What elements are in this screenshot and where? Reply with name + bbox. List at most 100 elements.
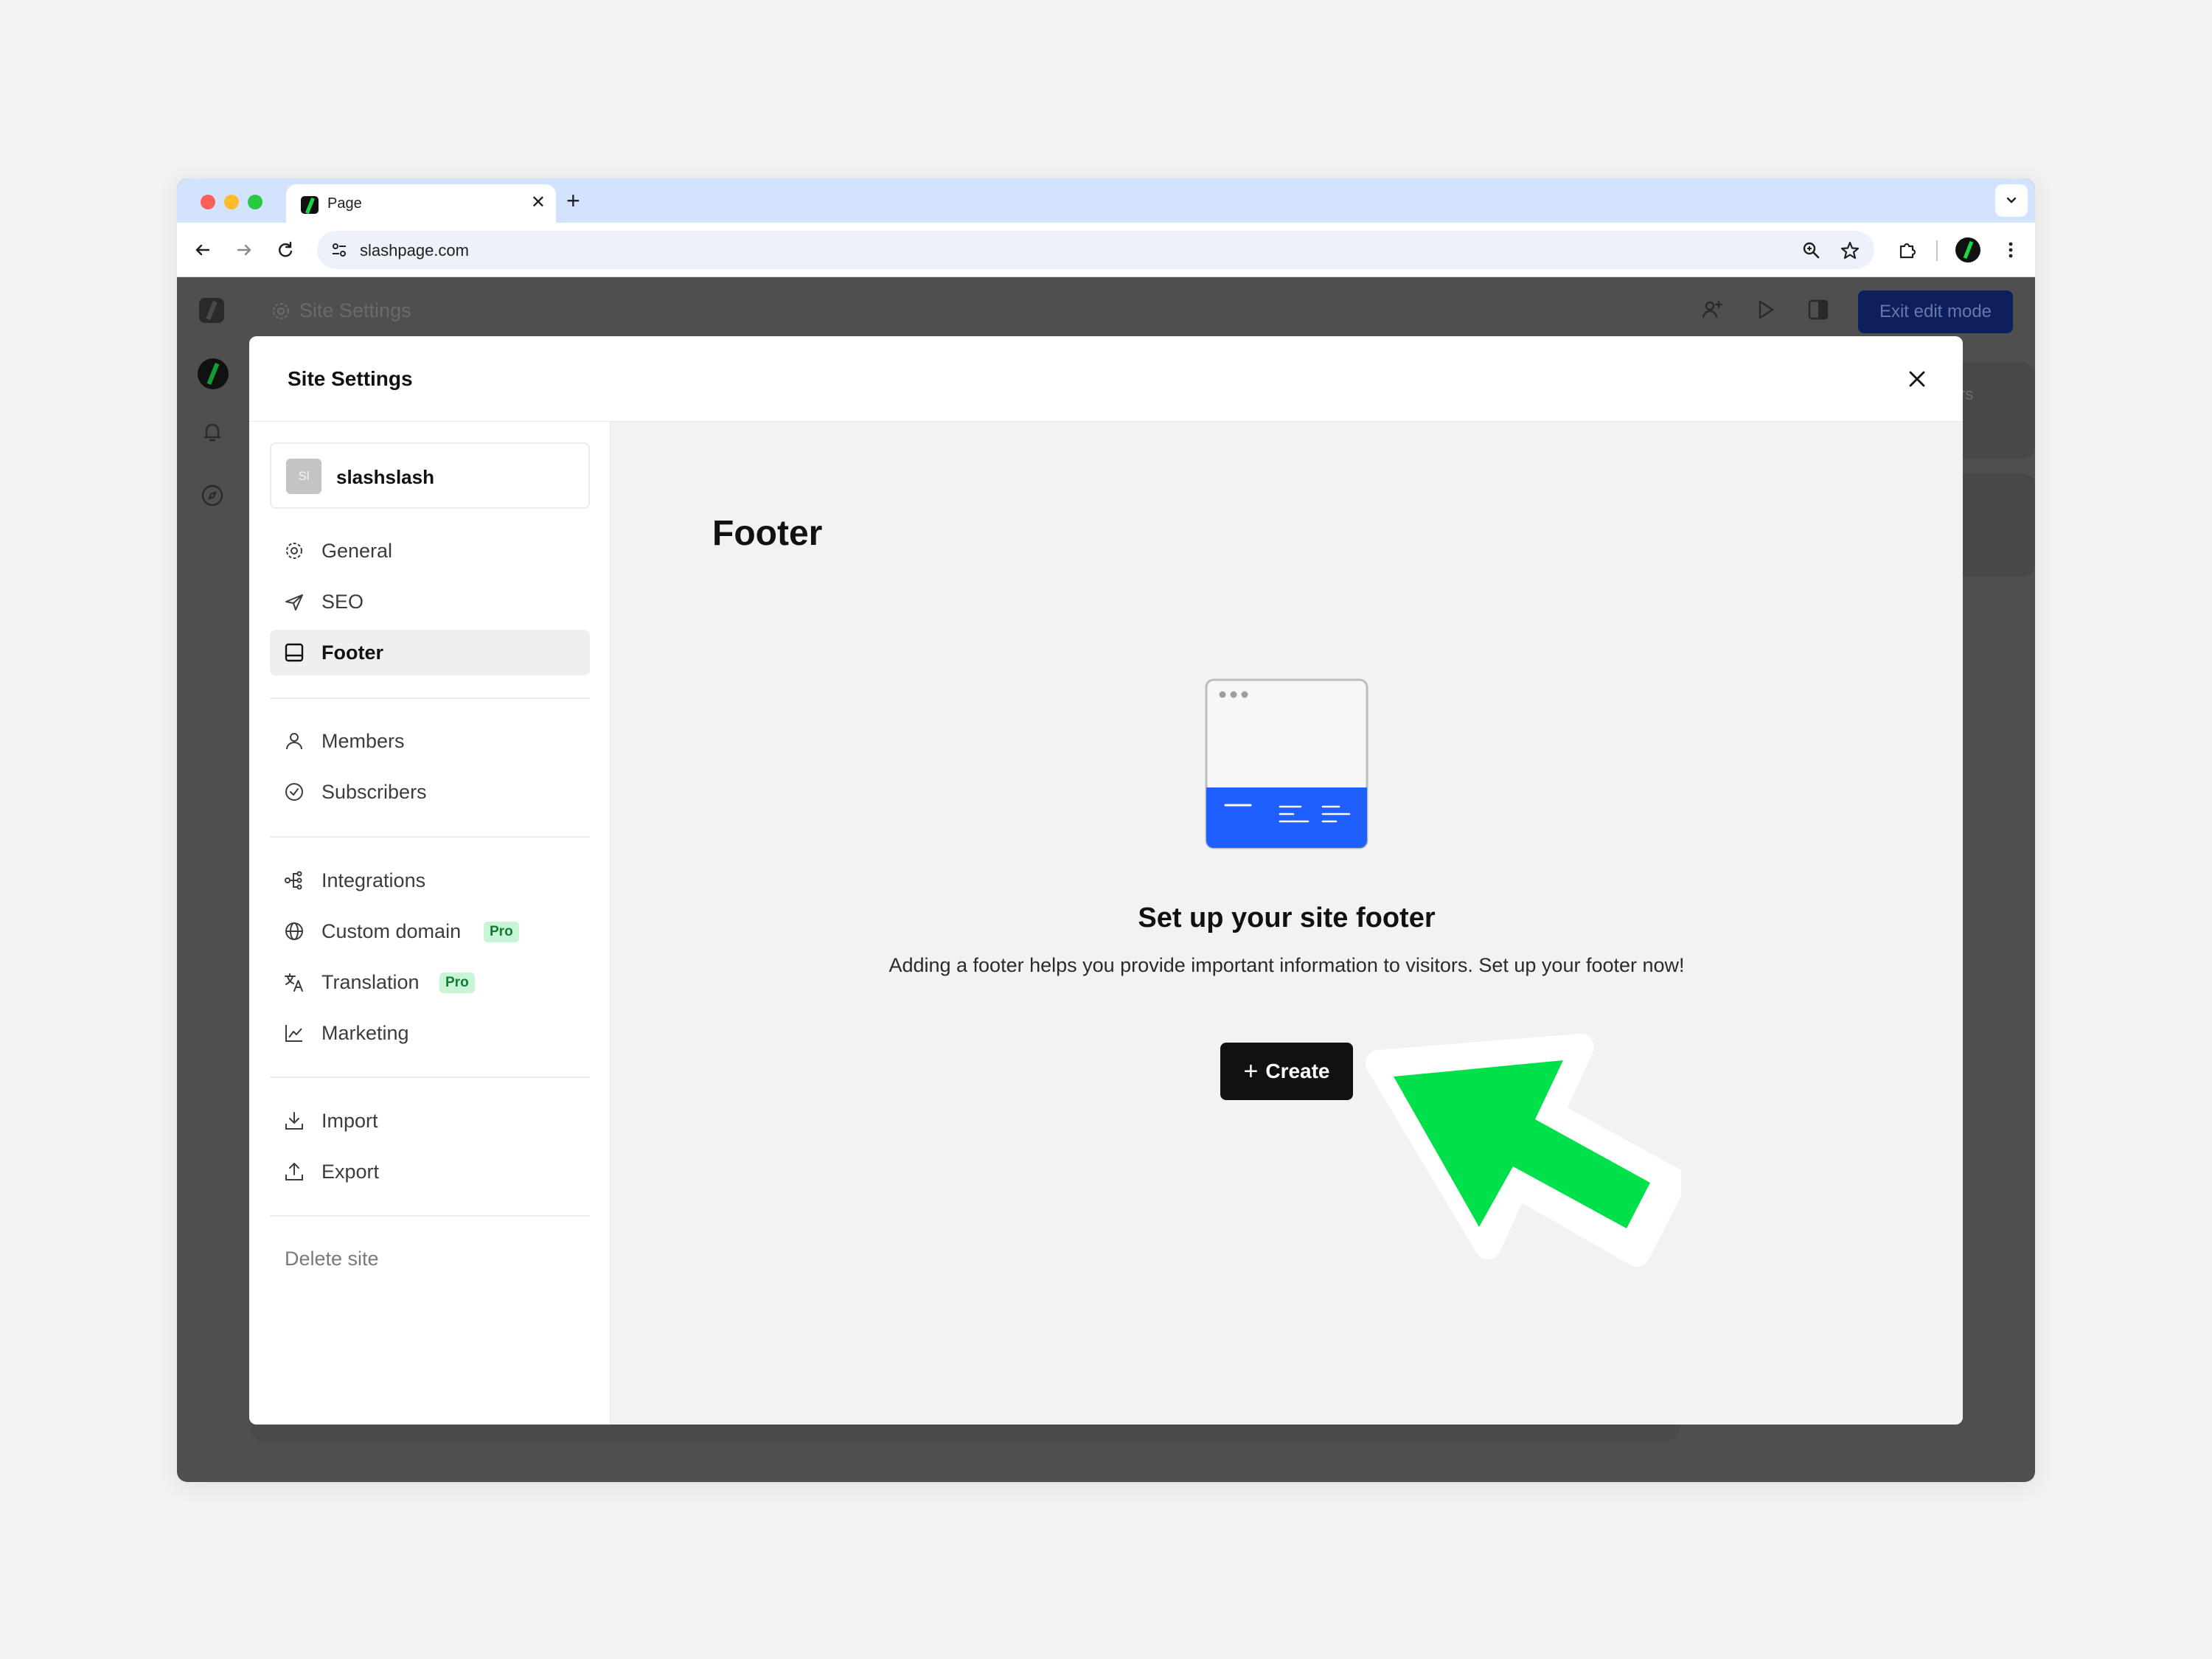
sidebar-divider xyxy=(270,1077,590,1078)
sidebar-item-seo[interactable]: SEO xyxy=(270,579,590,625)
integrations-icon xyxy=(283,869,305,891)
notifications-button[interactable] xyxy=(198,417,227,447)
site-settings-modal: Site Settings Sl slashslash General SEO … xyxy=(249,336,1963,1425)
sidebar-item-subscribers[interactable]: Subscribers xyxy=(270,769,590,815)
sidebar-item-label: Translation xyxy=(321,971,420,993)
address-bar[interactable]: slashpage.com xyxy=(317,231,1874,269)
sidebar-divider xyxy=(270,1215,590,1217)
extensions-button[interactable] xyxy=(1895,237,1920,262)
browser-toolbar: slashpage.com xyxy=(177,223,2035,277)
user-plus-icon xyxy=(1702,300,1723,319)
sidebar-item-general[interactable]: General xyxy=(270,528,590,574)
sidebar-item-members[interactable]: Members xyxy=(270,718,590,764)
sidebar-item-custom-domain[interactable]: Custom domain Pro xyxy=(270,908,590,954)
zoom-icon[interactable] xyxy=(1801,240,1823,262)
play-icon xyxy=(1759,300,1774,319)
close-window-button[interactable] xyxy=(201,195,215,209)
sidebar-item-label: SEO xyxy=(321,591,364,613)
url-text: slashpage.com xyxy=(360,241,469,260)
user-icon xyxy=(283,730,305,752)
arrow-right-icon xyxy=(237,244,251,256)
profile-avatar[interactable] xyxy=(1955,237,1980,262)
modal-close-button[interactable] xyxy=(1902,364,1932,394)
gear-icon xyxy=(283,540,305,562)
sidebar-item-label: Export xyxy=(321,1161,380,1183)
sidebar-item-integrations[interactable]: Integrations xyxy=(270,858,590,903)
app-page-title: Site Settings xyxy=(270,299,411,322)
sidebar-item-label: Marketing xyxy=(321,1022,409,1044)
sidebar-item-label: Footer xyxy=(321,641,383,664)
sidebar-item-label: Import xyxy=(321,1110,378,1132)
tab-title: Page xyxy=(327,195,362,212)
preview-button[interactable] xyxy=(1750,295,1780,324)
sidebar-panel-icon xyxy=(1808,299,1829,320)
layout-toggle-button[interactable] xyxy=(1804,295,1833,324)
send-icon xyxy=(283,591,305,613)
settings-sidebar: Sl slashslash General SEO Footer Members… xyxy=(249,422,611,1425)
export-icon xyxy=(283,1161,305,1183)
maximize-window-button[interactable] xyxy=(248,195,262,209)
site-avatar: Sl xyxy=(286,459,321,494)
import-icon xyxy=(283,1110,305,1132)
site-selector[interactable]: Sl slashslash xyxy=(270,442,590,509)
explore-button[interactable] xyxy=(198,481,227,510)
create-footer-button[interactable]: + Create xyxy=(1220,1043,1353,1100)
slashpage-favicon-icon xyxy=(301,196,319,214)
footer-icon xyxy=(283,641,305,664)
footer-settings-panel: Footer Set up your site footer Adding a … xyxy=(611,422,1963,1425)
minimize-window-button[interactable] xyxy=(224,195,239,209)
reload-button[interactable] xyxy=(273,237,298,262)
forward-button[interactable] xyxy=(232,237,257,262)
site-name: slashslash xyxy=(336,466,434,488)
invite-button[interactable] xyxy=(1697,295,1727,324)
compass-icon xyxy=(201,484,223,507)
footer-illustration-icon xyxy=(1205,678,1368,849)
site-info-icon[interactable] xyxy=(329,240,349,260)
modal-header: Site Settings xyxy=(249,336,1963,422)
empty-state-title: Set up your site footer xyxy=(1138,902,1436,933)
app-title-text: Site Settings xyxy=(299,299,411,321)
sidebar-item-label: Custom domain xyxy=(321,920,462,942)
pro-badge: Pro xyxy=(439,973,475,993)
app-logo-icon xyxy=(199,298,224,323)
sidebar-item-footer[interactable]: Footer xyxy=(270,630,590,675)
workspace-avatar[interactable] xyxy=(198,358,229,389)
translate-icon xyxy=(283,971,305,993)
chart-icon xyxy=(283,1022,305,1044)
sidebar-item-export[interactable]: Export xyxy=(270,1149,590,1194)
chevron-down-icon xyxy=(2006,197,2017,204)
toolbar-separator xyxy=(1936,240,1938,261)
bell-icon xyxy=(204,423,221,442)
back-button[interactable] xyxy=(190,237,215,262)
page-title: Footer xyxy=(712,514,823,553)
sidebar-divider xyxy=(270,836,590,838)
sidebar-item-label: General xyxy=(321,540,393,562)
more-vertical-icon xyxy=(2008,242,2013,258)
sidebar-item-label: Subscribers xyxy=(321,781,427,803)
close-icon xyxy=(1909,371,1925,387)
sidebar-item-import[interactable]: Import xyxy=(270,1098,590,1144)
puzzle-icon xyxy=(1899,243,1916,259)
globe-icon xyxy=(283,920,305,942)
gear-icon xyxy=(272,302,290,319)
arrow-left-icon xyxy=(195,244,210,256)
new-tab-button[interactable]: + xyxy=(566,186,580,215)
delete-site-button[interactable]: Delete site xyxy=(285,1248,379,1270)
sidebar-item-label: Integrations xyxy=(321,869,426,891)
tab-search-button[interactable] xyxy=(1995,184,2028,217)
plus-icon: + xyxy=(1243,1057,1259,1085)
pro-badge: Pro xyxy=(484,922,519,942)
annotation-arrow-icon xyxy=(1366,1034,1681,1267)
exit-edit-mode-button[interactable]: Exit edit mode xyxy=(1858,291,2013,333)
empty-state-description: Adding a footer helps you provide import… xyxy=(888,954,1685,976)
reload-icon xyxy=(279,241,293,257)
sidebar-item-translation[interactable]: Translation Pro xyxy=(270,959,590,1005)
browser-tab[interactable]: Page ✕ xyxy=(286,184,556,223)
bookmark-star-icon[interactable] xyxy=(1839,240,1861,262)
browser-menu-button[interactable] xyxy=(1998,237,2023,262)
check-circle-icon xyxy=(283,781,305,803)
tab-close-icon[interactable]: ✕ xyxy=(531,192,546,214)
sidebar-item-label: Members xyxy=(321,730,405,752)
create-button-label: Create xyxy=(1265,1060,1330,1082)
sidebar-item-marketing[interactable]: Marketing xyxy=(270,1010,590,1056)
